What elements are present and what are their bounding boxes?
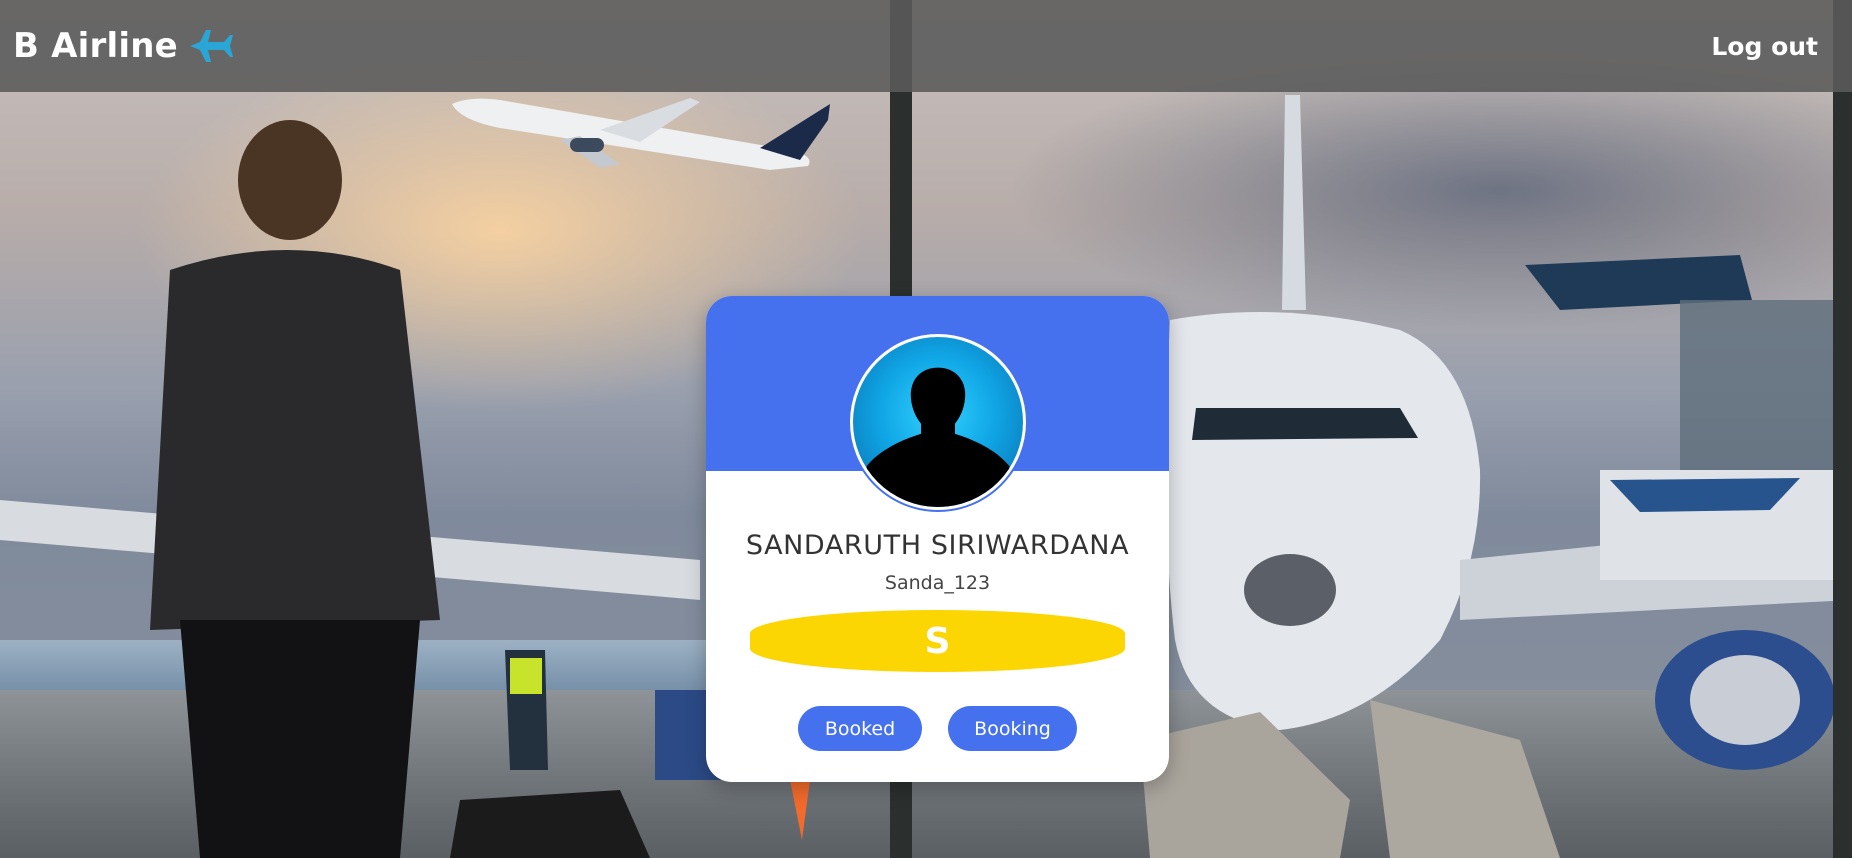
- profile-initial-badge: S: [750, 610, 1125, 672]
- avatar: [848, 332, 1028, 512]
- profile-card: SANDARUTH SIRIWARDANA Sanda_123 S Booked…: [706, 296, 1169, 782]
- flying-plane-illustration: [452, 98, 830, 170]
- businessman-illustration: [150, 120, 440, 858]
- airplane-icon: [188, 26, 234, 66]
- profile-full-name: SANDARUTH SIRIWARDANA: [745, 530, 1130, 561]
- booking-button[interactable]: Booking: [948, 706, 1077, 751]
- profile-username: Sanda_123: [884, 572, 991, 594]
- top-navbar: B Airline Log out: [0, 0, 1852, 92]
- brand-name: B Airline: [13, 26, 178, 66]
- booked-button[interactable]: Booked: [798, 706, 922, 751]
- logout-link[interactable]: Log out: [1711, 32, 1818, 61]
- window-frame-post: [1833, 0, 1852, 858]
- user-silhouette-icon: [853, 337, 1023, 507]
- brand-logo[interactable]: B Airline: [13, 26, 234, 66]
- jet-bridge-illustration: [1525, 255, 1852, 580]
